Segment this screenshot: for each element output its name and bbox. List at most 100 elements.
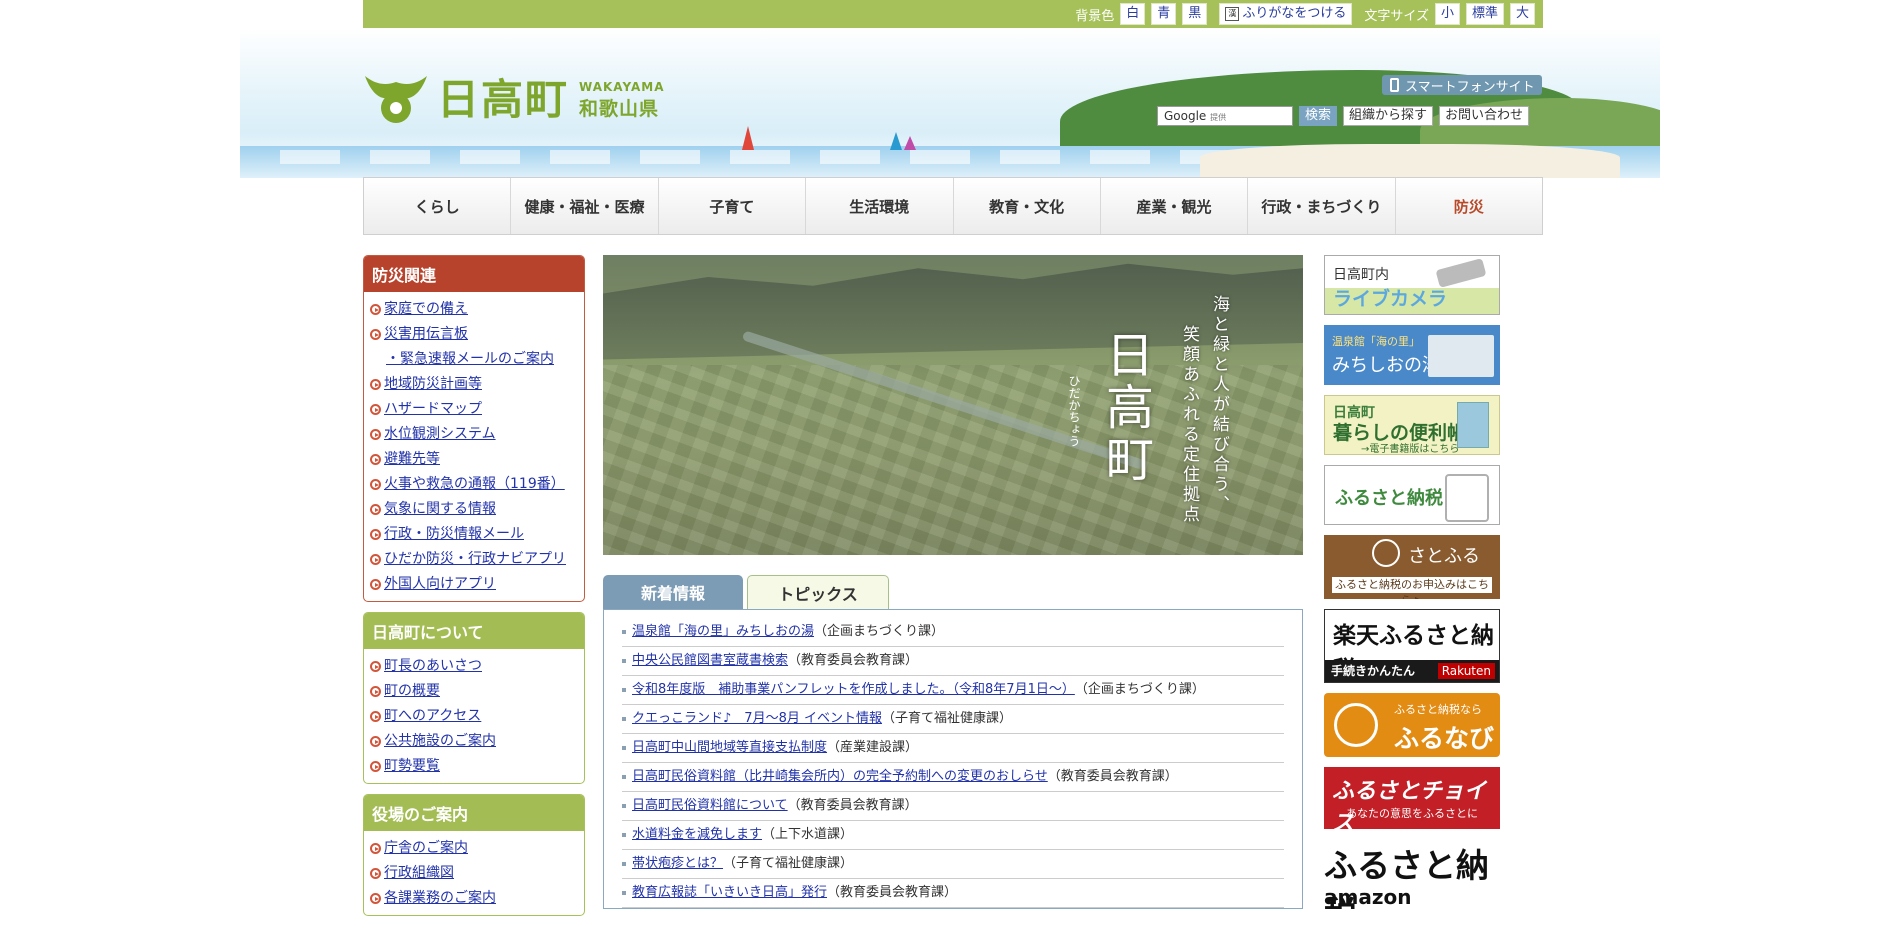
choice-banner[interactable]: ふるさとチョイス あなたの意思をふるさとに [1324, 767, 1500, 829]
michishio-line1: 温泉館「海の里」 [1332, 335, 1420, 348]
arrow-circle-icon [370, 379, 381, 390]
list-item: 行政組織図 [370, 861, 580, 886]
nav-kurashi[interactable]: くらし [364, 178, 512, 234]
news-link[interactable]: 中央公民館図書室蔵書検索 [632, 647, 788, 675]
bg-blue-button[interactable]: 青 [1151, 3, 1177, 25]
arrow-circle-icon [370, 404, 381, 415]
site-logo[interactable]: 日高町 WAKAYAMA 和歌山県 [363, 74, 665, 126]
left-sidebar: 防災関連 家庭での備え 災害用伝言板 ・緊急速報メールのご案内 地域防災計画等 … [363, 255, 585, 926]
list-item: 公共施設のご案内 [370, 729, 580, 754]
sidebar-link[interactable]: 家庭での備え [384, 297, 468, 322]
news-link[interactable]: 水道料金を減免します [632, 821, 762, 849]
furigana-button[interactable]: 漢 ふりがなをつける [1219, 3, 1353, 25]
sidebar-link[interactable]: 町勢要覧 [384, 754, 440, 779]
sidebar-link[interactable]: 庁舎のご案内 [384, 836, 468, 861]
furunavi-banner[interactable]: ふるさと納税なら ふるなび [1324, 693, 1500, 757]
arrow-circle-icon [370, 529, 381, 540]
bousai-title: 防災関連 [364, 256, 584, 292]
search-bar: Google 提供 検索 組織から探す お問い合わせ [1157, 106, 1530, 126]
list-item: 行政・防災情報メール [370, 522, 580, 547]
sidebar-link[interactable]: 公共施設のご案内 [384, 729, 496, 754]
furunavi-line1: ふるさと納税なら [1394, 703, 1482, 716]
font-large-button[interactable]: 大 [1509, 3, 1535, 25]
bg-black-button[interactable]: 黒 [1182, 3, 1208, 25]
news-link[interactable]: クエっこランド♪ 7月～8月 イベント情報 [632, 705, 882, 733]
font-small-button[interactable]: 小 [1434, 3, 1460, 25]
nav-administration[interactable]: 行政・まちづくり [1248, 178, 1396, 234]
list-item: 町長のあいさつ [370, 654, 580, 679]
font-standard-button[interactable]: 標準 [1465, 3, 1504, 25]
square-bullet-icon [622, 891, 626, 895]
sidebar-link[interactable]: 町へのアクセス [384, 704, 481, 729]
sidebar-link[interactable]: 気象に関する情報 [384, 497, 496, 522]
smartphone-site-label: スマートフォンサイト [1405, 79, 1535, 95]
nav-environment[interactable]: 生活環境 [806, 178, 954, 234]
news-link[interactable]: 令和8年度版 補助事業パンフレットを作成しました。（令和8年7月1日～） [632, 676, 1075, 704]
sidebar-link[interactable]: ・緊急速報メールのご案内 [386, 347, 554, 372]
sidebar-link[interactable]: ハザードマップ [384, 397, 482, 422]
org-search-button[interactable]: 組織から探す [1343, 106, 1434, 126]
search-placeholder: Google [1164, 109, 1207, 123]
michishio-banner[interactable]: 温泉館「海の里」 みちしおの湯 [1324, 325, 1500, 385]
news-item: 日高町中山間地域等直接支払制度 （産業建設課） [622, 734, 1284, 763]
sidebar-link[interactable]: 外国人向けアプリ [384, 572, 496, 597]
sidebar-link[interactable]: 水位観測システム [384, 422, 496, 447]
livecam-banner[interactable]: 日高町内 ライブカメラ [1324, 255, 1500, 315]
satofull-banner[interactable]: さとふる ふるさと納税のお申込みはこちら ▶ [1324, 535, 1500, 599]
news-item: 教育広報誌「いきいき日高」発行 （教育委員会教育課） [622, 879, 1284, 908]
tab-news[interactable]: 新着情報 [603, 575, 743, 609]
rakuten-banner[interactable]: 楽天ふるさと納税 手続きかんたん Rakuten [1324, 609, 1500, 683]
list-item: ひだか防災・行政ナビアプリ [370, 547, 580, 572]
sidebar-link[interactable]: 災害用伝言板 [384, 322, 468, 347]
hero-copy-line1: 海と緑と人が結び合う、 [1209, 295, 1229, 515]
furusato-nozei-label: ふるさと納税 [1335, 488, 1443, 509]
square-bullet-icon [622, 804, 626, 808]
satofull-sub: ふるさと納税のお申込みはこちら ▶ [1332, 577, 1492, 599]
benricho-banner[interactable]: 日高町 暮らしの便利帳 →電子書籍版はこちら [1324, 395, 1500, 455]
search-input[interactable]: Google 提供 [1157, 106, 1293, 126]
nav-health[interactable]: 健康・福祉・医療 [511, 178, 659, 234]
contact-button[interactable]: お問い合わせ [1439, 106, 1530, 126]
arrow-circle-icon [370, 893, 381, 904]
news-link[interactable]: 日高町民俗資料館について [632, 792, 788, 820]
arrow-circle-icon [370, 429, 381, 440]
right-banners: 日高町内 ライブカメラ 温泉館「海の里」 みちしおの湯 日高町 暮らしの便利帳 … [1324, 255, 1500, 919]
list-item: ハザードマップ [370, 397, 580, 422]
nav-childcare[interactable]: 子育て [659, 178, 807, 234]
furusato-nozei-banner[interactable]: ふるさと納税 [1324, 465, 1500, 525]
bousai-box: 防災関連 家庭での備え 災害用伝言板 ・緊急速報メールのご案内 地域防災計画等 … [363, 255, 585, 602]
news-dept: （教育委員会教育課） [788, 653, 919, 668]
furigana-label: ふりがなをつける [1242, 6, 1347, 21]
news-link[interactable]: 日高町民俗資料館（比井崎集会所内）の完全予約制への変更のおしらせ [632, 763, 1048, 791]
search-button[interactable]: 検索 [1299, 106, 1338, 126]
news-dept: （企画まちづくり課） [814, 624, 945, 639]
sidebar-link[interactable]: 町の概要 [384, 679, 440, 704]
nav-disaster[interactable]: 防災 [1396, 178, 1542, 234]
sidebar-link[interactable]: 行政組織図 [384, 861, 454, 886]
nav-education[interactable]: 教育・文化 [954, 178, 1101, 234]
news-link[interactable]: 日高町中山間地域等直接支払制度 [632, 734, 827, 762]
sidebar-link[interactable]: 各課業務のご案内 [384, 886, 496, 911]
smartphone-site-button[interactable]: スマートフォンサイト [1382, 75, 1542, 95]
bg-white-button[interactable]: 白 [1120, 3, 1146, 25]
sidebar-link[interactable]: 町長のあいさつ [384, 654, 482, 679]
sidebar-link[interactable]: 火事や救急の通報（119番） [384, 472, 565, 497]
furunavi-line2: ふるなび [1394, 724, 1495, 753]
nav-industry[interactable]: 産業・観光 [1101, 178, 1249, 234]
sidebar-link[interactable]: 避難先等 [384, 447, 440, 472]
site-title: 日高町 [437, 75, 570, 124]
building-icon [1428, 335, 1494, 377]
list-item: 災害用伝言板 [370, 322, 580, 347]
sidebar-link[interactable]: ひだか防災・行政ナビアプリ [384, 547, 566, 572]
news-item: 日高町民俗資料館について （教育委員会教育課） [622, 792, 1284, 821]
sidebar-link[interactable]: 地域防災計画等 [384, 372, 482, 397]
amazon-line2: amazon [1324, 885, 1412, 909]
sidebar-link[interactable]: 行政・防災情報メール [384, 522, 524, 547]
square-bullet-icon [622, 717, 626, 721]
amazon-banner[interactable]: ふるさと納税 amazon [1324, 839, 1500, 909]
news-dept: （教育委員会教育課） [787, 798, 918, 813]
news-link[interactable]: 温泉館「海の里」みちしおの湯 [632, 618, 814, 646]
news-link[interactable]: 教育広報誌「いきいき日高」発行 [632, 879, 827, 907]
tab-topics[interactable]: トピックス [747, 575, 889, 610]
news-link[interactable]: 帯状疱疹とは？ [632, 850, 723, 878]
